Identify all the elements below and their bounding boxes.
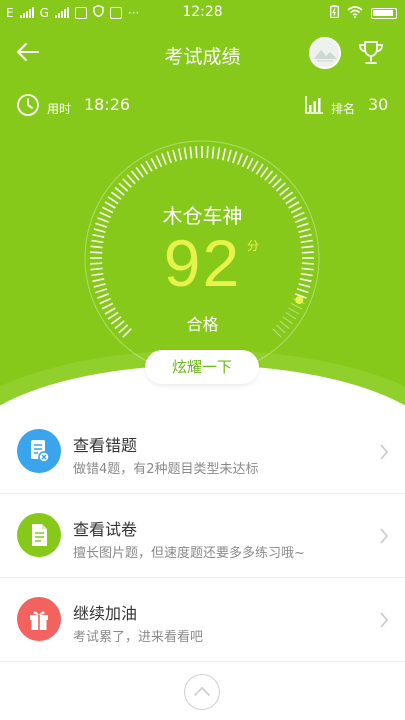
- list-icon-bg: [17, 513, 61, 557]
- gauge-tick: [135, 166, 144, 178]
- share-button[interactable]: 炫耀一下: [145, 350, 259, 384]
- score-value: 92: [163, 226, 242, 300]
- nav-bar: 考试成绩: [0, 30, 405, 76]
- gauge-tick: [268, 174, 278, 185]
- gauge-tick: [177, 148, 182, 161]
- stats-row: 用时 18:26 排名 30: [0, 90, 405, 120]
- chevron-up-icon: [194, 686, 210, 696]
- gauge-tick: [172, 149, 177, 162]
- score-wrap: 92: [0, 223, 405, 303]
- clock-icon: [16, 93, 40, 117]
- rank-label: 排名: [331, 102, 356, 116]
- list-icon-bg: [17, 597, 61, 641]
- gauge-tick: [183, 147, 188, 160]
- gauge-tick: [140, 163, 149, 175]
- gauge-tick: [272, 178, 282, 188]
- battery-saver-icon: [330, 5, 339, 21]
- page-title: 考试成绩: [164, 46, 241, 68]
- action-list: 查看错题 做错4题，有2种题目类型未达标 查看试卷 擅长图片题，但速度题还要多多…: [0, 410, 405, 662]
- gauge-tick: [260, 166, 269, 178]
- list-item-subtitle: 考试累了，进来看看吧: [73, 630, 204, 645]
- gauge-tick: [206, 146, 209, 159]
- gauge-tick: [118, 182, 129, 192]
- gauge-tick: [275, 182, 286, 192]
- gift-icon: [30, 611, 48, 630]
- trophy-button[interactable]: [356, 37, 386, 67]
- gauge-tick: [222, 148, 227, 161]
- list-item-title: 查看错题: [73, 436, 138, 455]
- gauge-tick: [237, 153, 243, 165]
- battery-icon: [371, 7, 397, 19]
- avatar-mountain-icon: [311, 39, 339, 67]
- gauge-tick: [145, 160, 153, 172]
- list-icon-bg: [17, 429, 61, 473]
- list-item-wrong-questions[interactable]: 查看错题 做错4题，有2种题目类型未达标: [0, 410, 405, 494]
- gauge-tick: [246, 157, 254, 170]
- list-item-view-paper[interactable]: 查看试卷 擅长图片题，但速度题还要多多练习哦~: [0, 494, 405, 578]
- gauge-tick: [101, 302, 114, 310]
- gauge-tick: [251, 160, 259, 172]
- gauge-tick: [216, 147, 221, 160]
- gauge-tick: [130, 170, 140, 181]
- gauge-tick: [241, 155, 249, 167]
- bar-chart-icon: [304, 95, 324, 115]
- wifi-icon: [347, 5, 363, 21]
- time-label: 用时: [47, 102, 72, 116]
- score-unit: 分: [247, 239, 260, 253]
- document-icon: [32, 524, 47, 546]
- gauge-tick: [195, 146, 198, 159]
- gauge-tick: [110, 191, 122, 200]
- status-bar: E G ··· 12:28: [0, 0, 405, 26]
- gauge-tick: [290, 302, 303, 310]
- gauge-tick: [264, 170, 274, 181]
- gauge-tick: [227, 149, 232, 162]
- scroll-up-button[interactable]: [184, 674, 220, 710]
- gauge-tick: [232, 151, 238, 164]
- gauge-tick: [279, 186, 290, 196]
- gauge-tick: [161, 153, 167, 165]
- gauge-tick: [150, 157, 158, 170]
- gauge-tick: [211, 146, 215, 159]
- chevron-right-icon: [380, 528, 389, 544]
- grade-label: 合格: [186, 315, 219, 334]
- list-item-keep-going[interactable]: 继续加油 考试累了，进来看看吧: [0, 578, 405, 662]
- wrong-questions-icon: [31, 440, 50, 463]
- status-right: [330, 5, 397, 21]
- gauge-tick: [166, 151, 172, 164]
- time-value: 18:26: [84, 95, 131, 114]
- gauge-tick: [255, 163, 264, 175]
- gauge-tick: [189, 146, 193, 159]
- exam-result-screen: E G ··· 12:28 考试成绩 用时 18:26 排名 30 木仓车神 9…: [0, 0, 405, 720]
- gauge-tick: [282, 191, 294, 200]
- trophy-icon: [359, 41, 383, 64]
- chevron-right-icon: [380, 444, 389, 460]
- gauge-tick: [126, 174, 136, 185]
- list-item-subtitle: 擅长图片题，但速度题还要多多练习哦~: [73, 546, 305, 561]
- rank-value: 30: [368, 95, 389, 114]
- gauge-tick: [122, 178, 132, 188]
- user-avatar[interactable]: [309, 37, 341, 69]
- list-item-title: 继续加油: [73, 604, 138, 623]
- list-item-subtitle: 做错4题，有2种题目类型未达标: [73, 462, 259, 477]
- gauge-tick: [155, 155, 163, 167]
- chevron-right-icon: [380, 612, 389, 628]
- list-item-title: 查看试卷: [73, 520, 138, 539]
- gauge-tick: [114, 186, 125, 196]
